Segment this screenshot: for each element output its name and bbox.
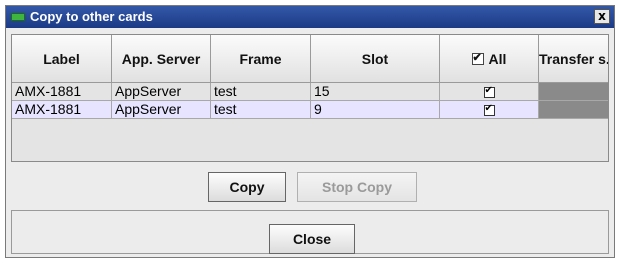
cell-app-server: AppServer — [112, 83, 211, 101]
window-icon — [11, 13, 25, 21]
cell-select — [440, 101, 539, 119]
cell-transfer-status — [539, 83, 608, 101]
table-header: Label App. Server Frame Slot All Transfe… — [12, 35, 608, 83]
cell-slot: 15 — [311, 83, 440, 101]
column-header-all[interactable]: All — [440, 35, 539, 83]
copy-to-other-cards-dialog: Copy to other cards x Label App. Server … — [5, 5, 615, 258]
cell-frame: test — [211, 83, 311, 101]
cell-frame: test — [211, 101, 311, 119]
cell-select — [440, 83, 539, 101]
copy-button[interactable]: Copy — [208, 172, 286, 202]
table-row[interactable]: AMX-1881 AppServer test 15 — [12, 83, 608, 101]
stop-copy-button[interactable]: Stop Copy — [297, 172, 417, 202]
column-header-transfer-status[interactable]: Transfer s... — [539, 35, 608, 83]
row-checkbox[interactable] — [483, 85, 495, 98]
table-row[interactable]: AMX-1881 AppServer test 9 — [12, 101, 608, 119]
window-title: Copy to other cards — [30, 9, 153, 24]
window-close-button[interactable]: x — [594, 9, 610, 24]
close-button[interactable]: Close — [269, 224, 355, 254]
cards-table: Label App. Server Frame Slot All Transfe… — [11, 34, 609, 162]
column-header-frame[interactable]: Frame — [211, 35, 311, 83]
cell-slot: 9 — [311, 101, 440, 119]
title-bar[interactable]: Copy to other cards x — [6, 6, 614, 28]
select-all-label: All — [488, 51, 507, 67]
row-checkbox[interactable] — [483, 103, 495, 116]
cell-app-server: AppServer — [112, 101, 211, 119]
select-all-checkbox[interactable] — [471, 51, 484, 65]
column-header-label[interactable]: Label — [12, 35, 112, 83]
cell-label: AMX-1881 — [12, 83, 112, 101]
cell-label: AMX-1881 — [12, 101, 112, 119]
cell-transfer-status — [539, 101, 608, 119]
column-header-slot[interactable]: Slot — [311, 35, 440, 83]
column-header-app-server[interactable]: App. Server — [112, 35, 211, 83]
